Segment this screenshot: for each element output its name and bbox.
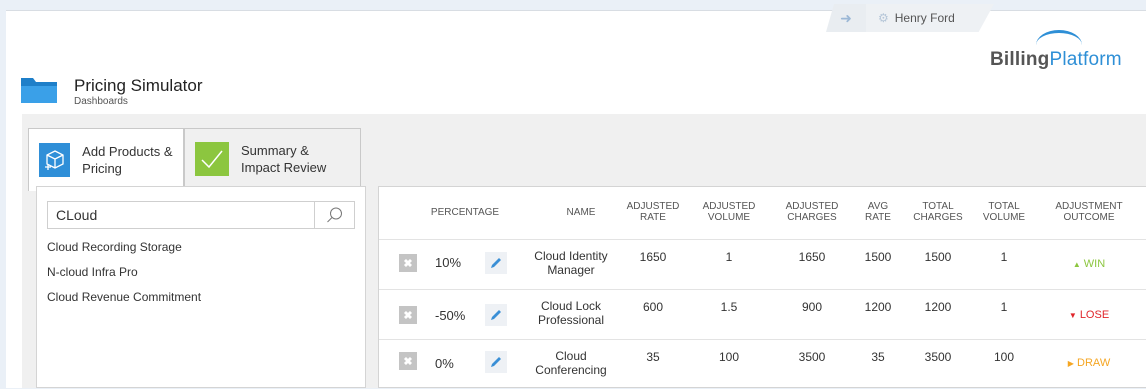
search-button[interactable]: [314, 202, 354, 228]
outcome-label: DRAW: [1077, 357, 1111, 369]
list-item[interactable]: N-cloud Infra Pro: [47, 264, 201, 289]
total-volume: 100: [993, 350, 1015, 364]
user-name: Henry Ford: [894, 11, 955, 25]
breadcrumb[interactable]: Dashboards: [74, 96, 128, 107]
adjusted-volume: 100: [718, 350, 740, 364]
header-adjusted-rate: ADJUSTED RATE: [626, 201, 680, 223]
list-item[interactable]: Cloud Revenue Commitment: [47, 289, 201, 314]
triangle-down-icon: ▼: [1068, 311, 1077, 320]
total-volume: 1: [1000, 300, 1008, 314]
outcome-label: WIN: [1083, 258, 1106, 270]
product-name: Cloud Identity Manager: [534, 249, 608, 277]
logo-text-part2: Platform: [1049, 49, 1122, 70]
tab-label: Add Products & Pricing: [82, 144, 173, 176]
avg-rate: 35: [871, 350, 885, 364]
percentage-value: 10%: [435, 255, 462, 270]
adjusted-rate: 35: [646, 350, 660, 364]
triangle-up-icon: ▲: [1072, 260, 1081, 269]
header-name: NAME: [566, 207, 596, 218]
table-row: ✖ 10% Cloud Identity Manager 1650 1 1650…: [379, 239, 1146, 289]
avg-rate: 1200: [864, 300, 892, 314]
table-row: ✖ 0% Cloud Conferencing 35 100 3500 35 3…: [379, 339, 1146, 389]
outcome-label: LOSE: [1079, 309, 1110, 321]
page-title: Pricing Simulator: [74, 76, 203, 95]
remove-icon[interactable]: ✖: [399, 254, 417, 272]
pencil-icon[interactable]: [485, 304, 507, 326]
adjusted-charges: 1650: [798, 250, 826, 264]
pencil-icon[interactable]: [485, 252, 507, 274]
remove-icon[interactable]: ✖: [399, 306, 417, 324]
adjusted-rate: 600: [642, 300, 664, 314]
tab-label: Summary & Impact Review: [241, 143, 327, 175]
checkmark-icon: [195, 142, 229, 176]
total-charges: 3500: [924, 350, 952, 364]
list-item[interactable]: Cloud Recording Storage: [47, 239, 201, 264]
total-charges: 1500: [924, 250, 952, 264]
header-adjustment-outcome: ADJUSTMENT OUTCOME: [1055, 201, 1123, 223]
search-box: CLoud: [47, 201, 355, 229]
product-name: Cloud Conferencing: [535, 349, 607, 377]
adjusted-charges: 900: [801, 300, 823, 314]
folder-icon: [21, 78, 57, 103]
header-adjusted-charges: ADJUSTED CHARGES: [785, 201, 839, 223]
status-badge: ▲ WIN: [1043, 258, 1135, 270]
header-avg-rate: AVG RATE: [865, 201, 891, 223]
pencil-icon[interactable]: [485, 351, 507, 373]
header-percentage: PERCENTAGE: [430, 207, 500, 218]
remove-icon[interactable]: ✖: [399, 352, 417, 370]
search-results: Cloud Recording Storage N-cloud Infra Pr…: [47, 239, 201, 314]
avg-rate: 1500: [864, 250, 892, 264]
gear-icon: ⚙: [878, 11, 889, 25]
logo-text-part1: Billing: [990, 49, 1050, 70]
adjusted-volume: 1.5: [720, 300, 738, 314]
header-total-volume: TOTAL VOLUME: [982, 201, 1026, 223]
percentage-value: 0%: [435, 356, 454, 371]
product-search-panel: CLoud Cloud Recording Storage N-cloud In…: [36, 186, 366, 388]
header-adjusted-volume: ADJUSTED VOLUME: [702, 201, 756, 223]
user-menu[interactable]: ⚙ Henry Ford: [866, 4, 994, 32]
box-plus-icon: [39, 143, 71, 177]
arrow-left-icon[interactable]: ➜: [826, 4, 866, 32]
adjusted-volume: 1: [725, 250, 733, 264]
header-total-charges: TOTAL CHARGES: [913, 201, 963, 223]
status-badge: ▶ DRAW: [1043, 357, 1135, 369]
billingplatform-logo: BillingPlatform: [990, 49, 1122, 71]
search-icon: [326, 207, 342, 223]
table-row: ✖ -50% Cloud Lock Professional 600 1.5 9…: [379, 289, 1146, 339]
triangle-right-icon: ▶: [1067, 359, 1074, 368]
total-volume: 1: [1000, 250, 1008, 264]
adjusted-charges: 3500: [798, 350, 826, 364]
tab-add-products[interactable]: Add Products & Pricing: [28, 128, 184, 191]
percentage-value: -50%: [435, 308, 466, 323]
total-charges: 1200: [924, 300, 952, 314]
top-bar: ➜ ⚙ Henry Ford: [826, 4, 994, 32]
search-input[interactable]: CLoud: [48, 202, 314, 228]
tab-summary-impact[interactable]: Summary & Impact Review: [184, 128, 361, 190]
adjusted-rate: 1650: [639, 250, 667, 264]
pricing-table: PERCENTAGE NAME ADJUSTED RATE ADJUSTED V…: [378, 186, 1146, 388]
product-name: Cloud Lock Professional: [537, 299, 605, 327]
status-badge: ▼ LOSE: [1043, 309, 1135, 321]
